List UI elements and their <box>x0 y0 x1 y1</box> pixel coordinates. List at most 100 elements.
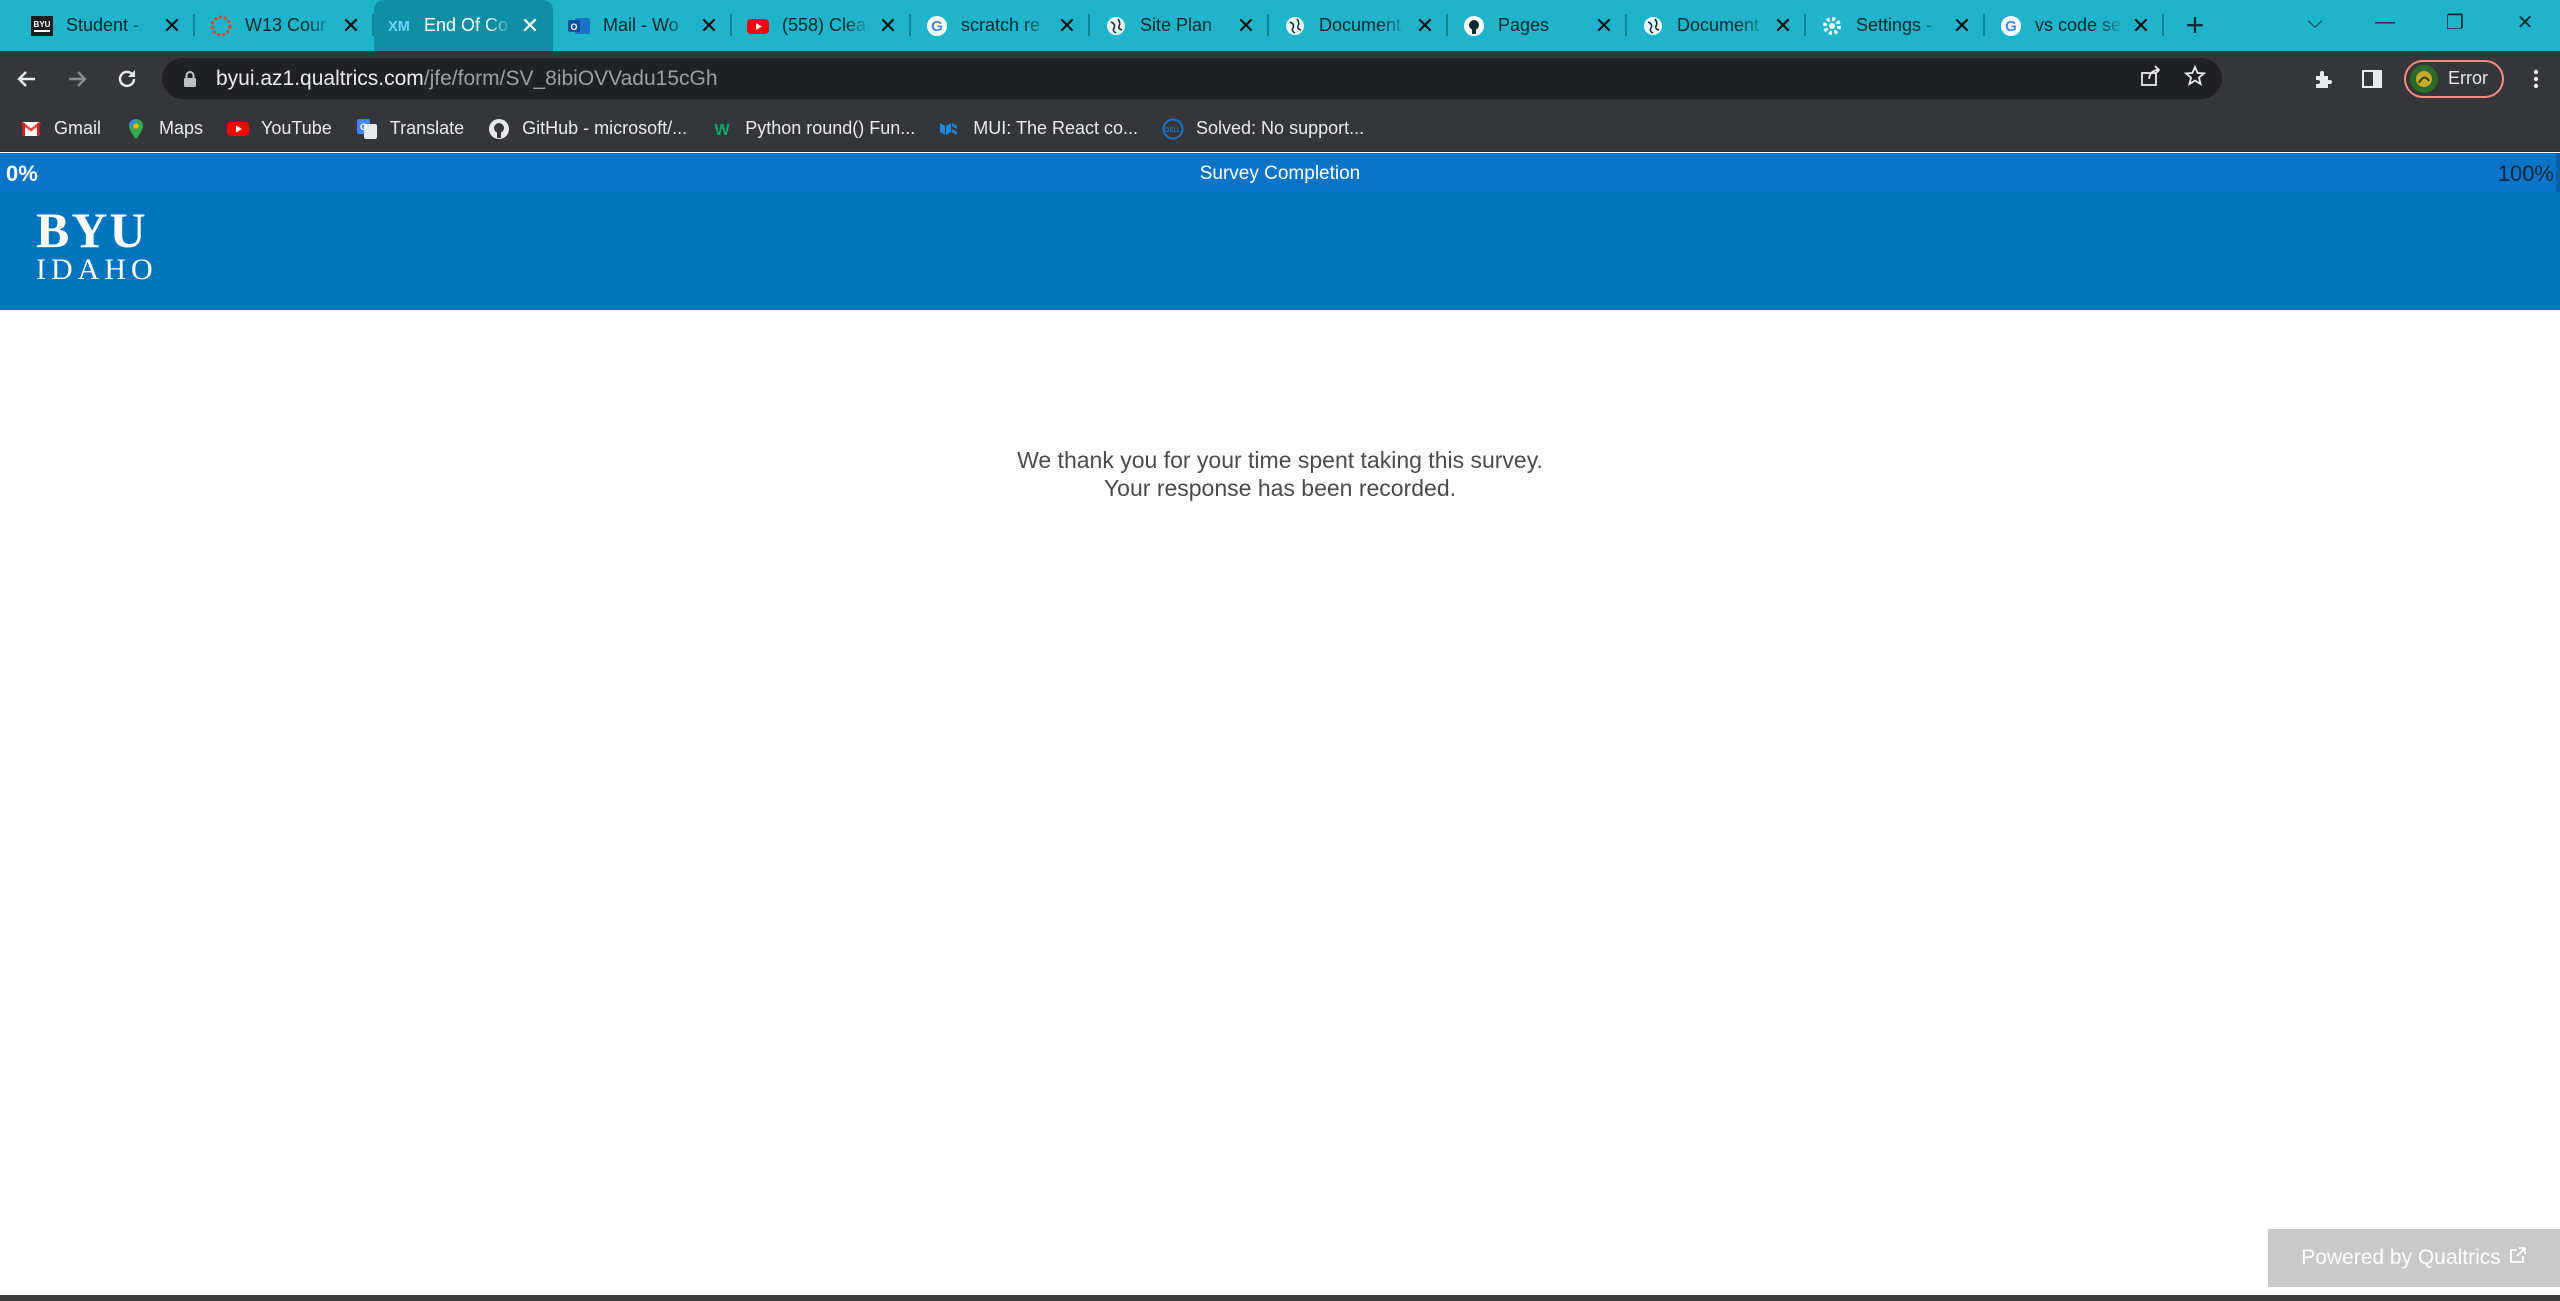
close-icon[interactable]: ✕ <box>2130 13 2152 38</box>
svg-text:O: O <box>570 22 577 32</box>
close-icon[interactable]: ✕ <box>1056 13 1078 38</box>
tab-end-of-course[interactable]: XM End Of Co ✕ <box>374 0 553 51</box>
tab-title: Student - <box>66 15 140 35</box>
close-icon[interactable]: ✕ <box>698 13 720 38</box>
translate-icon: G <box>356 118 378 140</box>
w3schools-icon: W <box>711 118 733 140</box>
gear-icon <box>1820 14 1844 38</box>
bookmark-github[interactable]: GitHub - microsoft/... <box>488 111 699 147</box>
profile-button[interactable]: Error <box>2404 59 2504 98</box>
bookmark-translate[interactable]: G Translate <box>356 111 476 147</box>
close-icon[interactable]: ✕ <box>1772 13 1794 38</box>
close-icon[interactable]: ✕ <box>1951 13 1973 38</box>
address-bar[interactable]: byui.az1.qualtrics.com/jfe/form/SV_8ibiO… <box>162 58 2222 99</box>
bookmark-maps[interactable]: Maps <box>125 111 215 147</box>
tab-title: Document <box>1677 15 1760 35</box>
bookmark-label: MUI: The React co... <box>973 118 1139 138</box>
tab-pages[interactable]: Pages ✕ <box>1448 0 1627 51</box>
back-button[interactable] <box>4 56 50 102</box>
restore-icon[interactable]: ❐ <box>2420 10 2490 35</box>
reload-button[interactable] <box>104 56 150 102</box>
svg-text:G: G <box>2005 18 2017 35</box>
tab-document-1[interactable]: Document ✕ <box>1269 0 1448 51</box>
bookmarks-bar: Gmail Maps YouTube G Translate GitHub - … <box>0 106 2560 152</box>
url-path: /jfe/form/SV_8ibiOVVadu15cGh <box>423 66 718 90</box>
close-icon[interactable]: ✕ <box>877 13 899 38</box>
bookmark-python-round[interactable]: W Python round() Fun... <box>711 111 927 147</box>
tab-student[interactable]: BYU Student - ✕ <box>16 0 195 51</box>
footer-bar <box>0 1295 2560 1301</box>
extensions-icon[interactable] <box>2300 55 2348 103</box>
bookmark-label: Maps <box>159 118 204 138</box>
powered-by-label: Powered by Qualtrics <box>2301 1246 2501 1269</box>
message-line-1: We thank you for your time spent taking … <box>1017 447 1543 473</box>
dell-icon: DELL <box>1162 118 1184 140</box>
bookmark-star-icon[interactable] <box>2183 64 2207 92</box>
close-icon[interactable]: ✕ <box>1593 13 1615 38</box>
close-icon[interactable]: ✕ <box>340 13 362 38</box>
completion-message: We thank you for your time spent taking … <box>0 446 2560 502</box>
tab-strip: BYU Student - ✕ W13 Cour ✕ XM End Of Co … <box>0 0 2560 51</box>
close-icon[interactable]: ✕ <box>1414 13 1436 38</box>
plus-icon: + <box>2185 7 2205 43</box>
youtube-icon <box>227 118 250 140</box>
tab-document-2[interactable]: Document ✕ <box>1627 0 1806 51</box>
arrow-right-icon <box>69 70 87 87</box>
side-panel-icon[interactable] <box>2348 55 2396 103</box>
tab-title: W13 Cour <box>245 15 327 35</box>
powered-by-qualtrics-link[interactable]: Powered by Qualtrics <box>2268 1229 2560 1287</box>
mui-icon <box>939 118 961 140</box>
tab-site-plan[interactable]: Site Plan ✕ <box>1090 0 1269 51</box>
tab-settings[interactable]: Settings - ✕ <box>1806 0 1985 51</box>
svg-text:G: G <box>360 122 367 132</box>
close-icon[interactable]: ✕ <box>161 13 183 38</box>
lock-icon[interactable] <box>182 70 200 88</box>
github-icon <box>1462 14 1486 38</box>
bookmark-label: YouTube <box>261 118 332 138</box>
new-tab-button[interactable]: + <box>2170 0 2220 51</box>
bookmark-gmail[interactable]: Gmail <box>20 111 113 147</box>
youtube-icon <box>746 14 770 38</box>
bookmark-label: Translate <box>389 118 465 138</box>
bookmark-label: Solved: No support... <box>1196 118 1365 138</box>
window-close-icon[interactable]: ✕ <box>2490 10 2560 35</box>
tab-title: Mail - Wo <box>603 15 679 35</box>
minimize-icon[interactable]: — <box>2350 11 2420 34</box>
url-text: byui.az1.qualtrics.com/jfe/form/SV_8ibiO… <box>216 67 718 91</box>
tab-title: (558) Clea <box>782 15 867 35</box>
gmail-icon <box>20 118 42 140</box>
bookmark-label: GitHub - microsoft/... <box>522 118 688 138</box>
tab-youtube[interactable]: (558) Clea ✕ <box>732 0 911 51</box>
tab-vs-code-search[interactable]: G vs code se ✕ <box>1985 0 2164 51</box>
forward-button[interactable] <box>54 56 100 102</box>
tab-scratch[interactable]: G scratch re ✕ <box>911 0 1090 51</box>
close-icon[interactable]: ✕ <box>519 13 541 38</box>
profile-status-label: Error <box>2448 68 2488 88</box>
svg-text:W: W <box>715 122 731 138</box>
close-icon[interactable]: ✕ <box>1235 13 1257 38</box>
tab-mail[interactable]: O Mail - Wo ✕ <box>553 0 732 51</box>
toolbar-right: Error <box>2300 51 2560 106</box>
tab-list: BYU Student - ✕ W13 Cour ✕ XM End Of Co … <box>0 0 2220 51</box>
canvas-icon <box>209 14 233 38</box>
reload-icon <box>118 69 136 87</box>
google-icon: G <box>925 14 949 38</box>
menu-icon[interactable] <box>2512 55 2560 103</box>
tab-w13-course[interactable]: W13 Cour ✕ <box>195 0 374 51</box>
maps-icon <box>125 118 147 140</box>
tab-title: Site Plan <box>1140 15 1213 35</box>
logo-line-2: IDAHO <box>36 253 158 286</box>
bookmark-mui[interactable]: MUI: The React co... <box>939 111 1150 147</box>
window-controls: ⌵ — ❐ ✕ <box>2280 0 2560 45</box>
tab-title: Document <box>1319 15 1402 35</box>
share-icon[interactable] <box>2140 65 2162 92</box>
tab-title: End Of Co <box>424 15 509 35</box>
bookmark-youtube[interactable]: YouTube <box>227 111 344 147</box>
omnibox-actions <box>2140 58 2207 99</box>
bookmark-dell[interactable]: DELL Solved: No support... <box>1162 111 1376 147</box>
byu-idaho-logo: BYU IDAHO <box>36 205 158 286</box>
tab-title: scratch re <box>961 15 1041 35</box>
survey-page: 0% Survey Completion 100% BYU IDAHO We t… <box>0 153 2560 1301</box>
bookmark-label: Gmail <box>54 118 102 138</box>
tab-search-icon[interactable]: ⌵ <box>2280 11 2350 34</box>
